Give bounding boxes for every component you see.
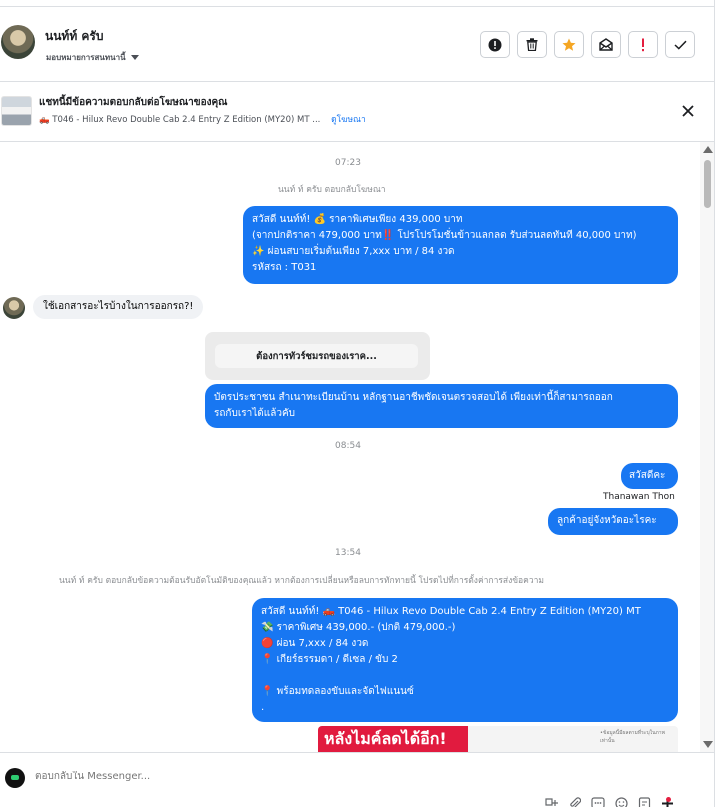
conversation-actions [480,31,695,58]
promo-image-text: หลังไมค์ลดได้อีก! [324,729,447,748]
assign-conversation-dropdown[interactable]: มอบหมายการสนทนานี้ [46,51,139,64]
ad-banner-title: แชทนี้มีข้อความตอบกลับต่อโฆษณาของคุณ [39,97,228,108]
timestamp: 07:23 [335,158,361,168]
promo-fine-print: •ข้อมูลนี้มีผลตามที่ระบุในภาพเท่านั้น [600,730,665,744]
page-avatar [5,768,25,788]
message-line: รถกับเราได้แล้วคับ [214,408,295,419]
car-icon: 🛻 [39,115,50,125]
message-line: (จากปกติราคา 479,000 บาท‼️ โปรโปรโมชั่นข… [252,230,637,241]
scroll-thumb[interactable] [704,160,711,208]
notification-dot [666,797,671,802]
message-line: สวัสดี นนท์ท์! 🛻 T046 - Hilux Revo Doubl… [261,606,641,617]
exclamation-circle-icon [488,38,502,51]
right-divider [714,0,715,807]
message-line: ✨ ผ่อนสบายเริ่มต้นเพียง 7,xxx บาท / 84 ง… [252,246,455,257]
message-line: . [261,702,265,713]
sender-label: Thanawan Thon [603,492,675,502]
system-note: นนท์ ท์ ครับ ตอบกลับโฆษณา [278,185,386,195]
envelope-icon [599,38,613,51]
outgoing-message[interactable]: สวัสดี นนท์ท์! 🛻 T046 - Hilux Revo Doubl… [252,598,678,722]
star-button[interactable] [554,31,584,58]
ad-thumbnail[interactable] [1,96,32,126]
scroll-down-arrow-icon[interactable] [703,741,713,748]
reply-input[interactable] [35,771,535,782]
mark-unread-button[interactable] [591,31,621,58]
outgoing-message[interactable]: สวัสดี นนท์ท์! 💰 ราคาพิเศษเพียง 439,000 … [243,206,678,284]
message-line [261,668,669,684]
message-line: 📍 เกียร์ธรรมดา / ดีเซล / ขับ 2 [261,654,398,665]
ad-name: T046 - Hilux Revo Double Cab 2.4 Entry Z… [52,115,321,125]
attachment-icon[interactable] [568,796,582,807]
quick-reply-card: ต้องการทัวร์ชมรถของเราค... [205,332,430,380]
system-note: นนท์ ท์ ครับ ตอบกลับข้อความต้อนรับอัตโนม… [59,576,544,586]
view-ad-link[interactable]: ดูโฆษณา [331,115,366,125]
template-icon[interactable] [591,796,605,807]
timestamp: 13:54 [335,548,361,558]
quick-reply-button[interactable]: ต้องการทัวร์ชมรถของเราค... [215,344,418,368]
timestamp: 08:54 [335,441,361,451]
incoming-message[interactable]: ใช้เอกสารอะไรบ้างในการออกรถ?! [33,295,204,319]
scroll-up-arrow-icon[interactable] [703,146,713,153]
exclamation-icon [642,38,644,51]
outgoing-message[interactable]: ลูกค้าอยู่จังหวัดอะไรคะ [548,508,678,535]
spam-button[interactable] [480,31,510,58]
ad-banner-subtitle: 🛻 T046 - Hilux Revo Double Cab 2.4 Entry… [39,112,366,126]
contact-avatar-small [3,297,25,319]
message-line: 📍 พร้อมทดลองขับและจัดไฟแนนซ์ [261,686,414,697]
star-icon [562,38,576,51]
message-line: 🔴 ผ่อน 7,xxx / 84 งวด [261,638,369,649]
trash-icon [526,38,538,51]
message-line: 💸 ราคาพิเศษ 439,000.- (ปกติ 479,000.-) [261,622,456,633]
assign-label: มอบหมายการสนทนานี้ [46,53,126,62]
close-icon[interactable] [680,103,696,119]
caret-down-icon [130,54,139,60]
thread-scrollbar[interactable] [700,142,714,752]
message-line: รหัสรถ : T031 [252,262,317,273]
message-composer [0,752,714,807]
outgoing-message[interactable]: สวัสดีคะ [621,463,678,489]
conversation-header: นนท์ท์ ครับ มอบหมายการสนทนานี้ [0,7,714,82]
message-line: บัตรประชาชน สำเนาทะเบียนบ้าน หลักฐานอาชี… [214,392,613,403]
checkmark-icon [673,40,687,50]
contact-avatar[interactable] [1,25,35,59]
promo-image[interactable]: หลังไมค์ลดได้อีก! •ข้อมูลนี้มีผลตามที่ระ… [318,726,678,752]
message-thread[interactable]: 07:23 นนท์ ท์ ครับ ตอบกลับโฆษณา สวัสดี น… [0,142,700,752]
emoji-icon[interactable] [614,796,628,807]
gif-icon[interactable] [637,796,651,807]
message-line: สวัสดี นนท์ท์! 💰 ราคาพิเศษเพียง 439,000 … [252,214,463,225]
saved-replies-icon[interactable] [545,796,559,807]
outgoing-message[interactable]: บัตรประชาชน สำเนาทะเบียนบ้าน หลักฐานอาชี… [205,384,678,428]
mark-done-button[interactable] [665,31,695,58]
contact-name[interactable]: นนท์ท์ ครับ [45,27,104,46]
composer-tools [545,796,674,807]
ad-reply-banner: แชทนี้มีข้อความตอบกลับต่อโฆษณาของคุณ 🛻 T… [0,83,714,142]
follow-up-button[interactable] [628,31,658,58]
delete-button[interactable] [517,31,547,58]
